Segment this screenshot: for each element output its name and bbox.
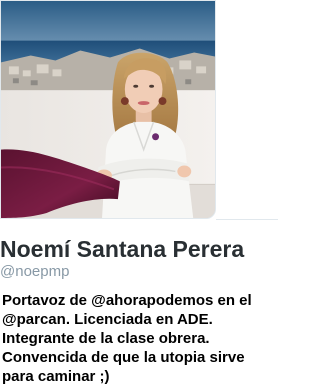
profile-bio: Portavoz de @ahorapodemos en el @parcan.… xyxy=(0,291,278,386)
divider xyxy=(216,219,278,220)
screen-name[interactable]: @noepmp xyxy=(0,263,69,281)
bio-line: @parcan. Licenciada en ADE. xyxy=(2,311,213,328)
profile-photo-image xyxy=(1,1,215,218)
display-name[interactable]: Noemí Santana Perera xyxy=(0,235,244,263)
photo-gutter xyxy=(216,0,278,219)
bio-line: para caminar ;) xyxy=(2,368,110,385)
bio-line: Convencida de que la utopia sirve xyxy=(2,349,245,366)
profile-header-info: Noemí Santana Perera @noepmp xyxy=(0,219,278,289)
bio-line: Portavoz de @ahorapodemos en el xyxy=(2,292,252,309)
bio-line: Integrante de la clase obrera. xyxy=(2,330,210,347)
profile-card: Noemí Santana Perera @noepmp Portavoz de… xyxy=(0,0,278,392)
profile-photo[interactable] xyxy=(0,0,216,219)
